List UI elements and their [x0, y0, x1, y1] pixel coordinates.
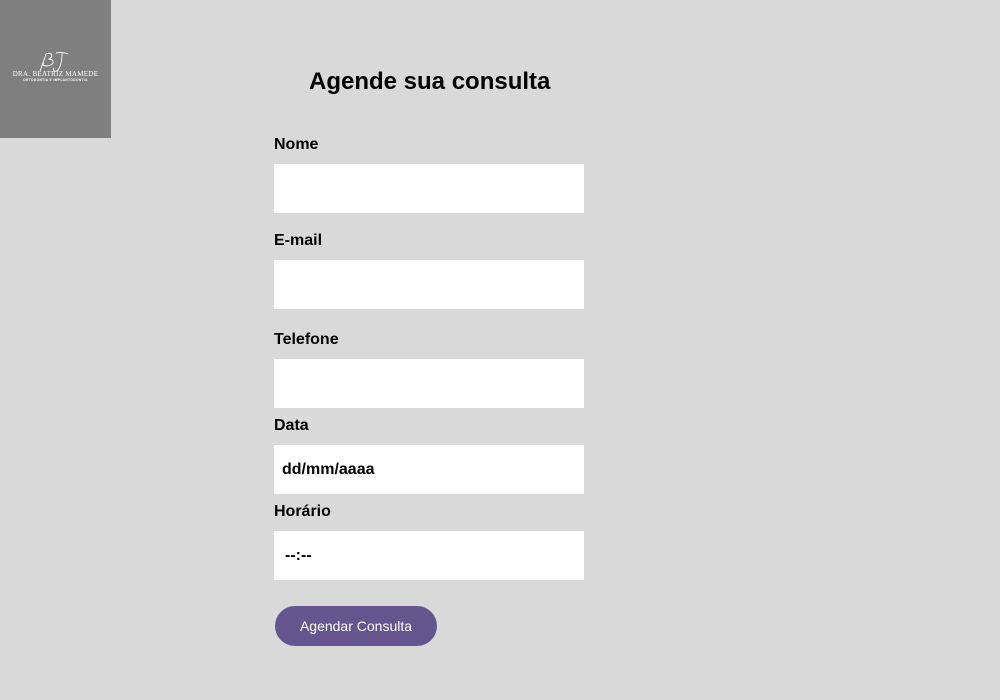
logo: DRA. BEATRIZ MAMEDE ORTODONTIA E IMPLANT…	[0, 0, 111, 138]
page-title: Agende sua consulta	[309, 68, 551, 95]
date-label: Data	[274, 417, 309, 434]
email-field[interactable]	[274, 260, 584, 309]
logo-name: DRA. BEATRIZ MAMEDE	[12, 70, 99, 78]
schedule-appointment-button[interactable]: Agendar Consulta	[275, 606, 437, 646]
name-label: Nome	[274, 136, 319, 153]
logo-subtitle: ORTODONTIA E IMPLANTODONTIA	[23, 78, 88, 82]
email-label: E-mail	[274, 232, 323, 249]
phone-field[interactable]	[274, 359, 584, 408]
name-field[interactable]	[274, 164, 584, 213]
phone-label: Telefone	[274, 331, 339, 348]
time-field[interactable]	[274, 531, 584, 580]
time-label: Horário	[274, 503, 331, 520]
date-field[interactable]	[274, 445, 584, 494]
